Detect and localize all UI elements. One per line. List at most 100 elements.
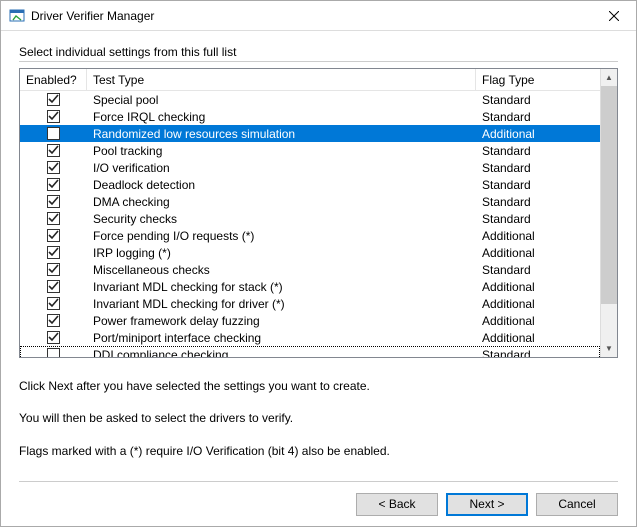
row-checkbox-cell: [20, 263, 87, 276]
row-checkbox-cell: [20, 178, 87, 191]
table-row[interactable]: Power framework delay fuzzingAdditional: [20, 312, 600, 329]
row-flag-type: Additional: [476, 297, 600, 311]
column-header-enabled[interactable]: Enabled?: [20, 69, 87, 90]
table-row[interactable]: Port/miniport interface checkingAddition…: [20, 329, 600, 346]
row-checkbox-cell: [20, 280, 87, 293]
scroll-up-button[interactable]: ▲: [601, 69, 617, 86]
scroll-track[interactable]: [601, 86, 617, 340]
row-flag-type: Additional: [476, 314, 600, 328]
column-header-flagtype[interactable]: Flag Type: [476, 69, 600, 90]
app-icon: [9, 8, 25, 24]
table-row[interactable]: Force pending I/O requests (*)Additional: [20, 227, 600, 244]
row-test-type: Force pending I/O requests (*): [87, 229, 476, 243]
row-test-type: DMA checking: [87, 195, 476, 209]
row-flag-type: Additional: [476, 280, 600, 294]
row-flag-type: Standard: [476, 212, 600, 226]
row-checkbox-cell: [20, 93, 87, 106]
row-checkbox[interactable]: [47, 178, 60, 191]
row-test-type: Pool tracking: [87, 144, 476, 158]
row-checkbox-cell: [20, 348, 87, 357]
row-checkbox-cell: [20, 229, 87, 242]
table-row[interactable]: DDI compliance checkingStandard: [20, 346, 600, 357]
row-checkbox[interactable]: [47, 280, 60, 293]
chevron-down-icon: ▼: [605, 344, 613, 353]
scrollbar[interactable]: ▲ ▼: [600, 69, 617, 357]
row-checkbox[interactable]: [47, 127, 60, 140]
row-test-type: Deadlock detection: [87, 178, 476, 192]
row-flag-type: Standard: [476, 161, 600, 175]
next-button[interactable]: Next >: [446, 493, 528, 516]
row-flag-type: Additional: [476, 229, 600, 243]
close-button[interactable]: [591, 1, 636, 30]
row-checkbox[interactable]: [47, 110, 60, 123]
titlebar: Driver Verifier Manager: [1, 1, 636, 31]
row-flag-type: Additional: [476, 331, 600, 345]
row-checkbox-cell: [20, 212, 87, 225]
group-divider: [19, 61, 618, 62]
row-test-type: Invariant MDL checking for stack (*): [87, 280, 476, 294]
scroll-thumb[interactable]: [601, 86, 617, 304]
window-title: Driver Verifier Manager: [31, 9, 591, 23]
list-header: Enabled? Test Type Flag Type: [20, 69, 600, 91]
table-row[interactable]: Force IRQL checkingStandard: [20, 108, 600, 125]
row-test-type: Port/miniport interface checking: [87, 331, 476, 345]
instruction-line-1: Click Next after you have selected the s…: [19, 376, 618, 396]
table-row[interactable]: Invariant MDL checking for driver (*)Add…: [20, 295, 600, 312]
row-test-type: Security checks: [87, 212, 476, 226]
row-checkbox-cell: [20, 161, 87, 174]
back-button[interactable]: < Back: [356, 493, 438, 516]
row-checkbox[interactable]: [47, 161, 60, 174]
table-row[interactable]: Randomized low resources simulationAddit…: [20, 125, 600, 142]
row-checkbox[interactable]: [47, 263, 60, 276]
instruction-line-2: You will then be asked to select the dri…: [19, 408, 618, 428]
chevron-up-icon: ▲: [605, 73, 613, 82]
table-row[interactable]: Special poolStandard: [20, 91, 600, 108]
row-checkbox[interactable]: [47, 297, 60, 310]
row-flag-type: Standard: [476, 348, 600, 358]
close-icon: [609, 11, 619, 21]
table-row[interactable]: DMA checkingStandard: [20, 193, 600, 210]
dialog-body: Select individual settings from this ful…: [1, 31, 636, 481]
table-row[interactable]: Invariant MDL checking for stack (*)Addi…: [20, 278, 600, 295]
table-row[interactable]: I/O verificationStandard: [20, 159, 600, 176]
table-row[interactable]: Miscellaneous checksStandard: [20, 261, 600, 278]
settings-list-inner: Enabled? Test Type Flag Type Special poo…: [20, 69, 600, 357]
instructions: Click Next after you have selected the s…: [19, 376, 618, 473]
row-test-type: Randomized low resources simulation: [87, 127, 476, 141]
row-checkbox[interactable]: [47, 144, 60, 157]
row-checkbox[interactable]: [47, 195, 60, 208]
row-flag-type: Standard: [476, 195, 600, 209]
table-row[interactable]: IRP logging (*)Additional: [20, 244, 600, 261]
row-checkbox[interactable]: [47, 348, 60, 357]
row-checkbox[interactable]: [47, 331, 60, 344]
row-checkbox-cell: [20, 127, 87, 140]
row-flag-type: Standard: [476, 263, 600, 277]
row-flag-type: Standard: [476, 110, 600, 124]
row-checkbox[interactable]: [47, 314, 60, 327]
row-checkbox-cell: [20, 110, 87, 123]
column-header-testtype[interactable]: Test Type: [87, 69, 476, 90]
row-flag-type: Additional: [476, 127, 600, 141]
row-checkbox[interactable]: [47, 93, 60, 106]
row-checkbox-cell: [20, 331, 87, 344]
row-test-type: Invariant MDL checking for driver (*): [87, 297, 476, 311]
row-test-type: Special pool: [87, 93, 476, 107]
table-row[interactable]: Pool trackingStandard: [20, 142, 600, 159]
settings-list[interactable]: Enabled? Test Type Flag Type Special poo…: [19, 68, 618, 358]
footer: < Back Next > Cancel: [1, 482, 636, 526]
row-test-type: IRP logging (*): [87, 246, 476, 260]
scroll-down-button[interactable]: ▼: [601, 340, 617, 357]
table-row[interactable]: Deadlock detectionStandard: [20, 176, 600, 193]
table-row[interactable]: Security checksStandard: [20, 210, 600, 227]
cancel-button[interactable]: Cancel: [536, 493, 618, 516]
row-checkbox-cell: [20, 195, 87, 208]
row-checkbox-cell: [20, 144, 87, 157]
row-checkbox[interactable]: [47, 212, 60, 225]
instruction-line-3: Flags marked with a (*) require I/O Veri…: [19, 441, 618, 461]
row-test-type: DDI compliance checking: [87, 348, 476, 358]
row-checkbox[interactable]: [47, 229, 60, 242]
row-flag-type: Standard: [476, 144, 600, 158]
row-checkbox-cell: [20, 246, 87, 259]
row-checkbox[interactable]: [47, 246, 60, 259]
row-flag-type: Standard: [476, 93, 600, 107]
